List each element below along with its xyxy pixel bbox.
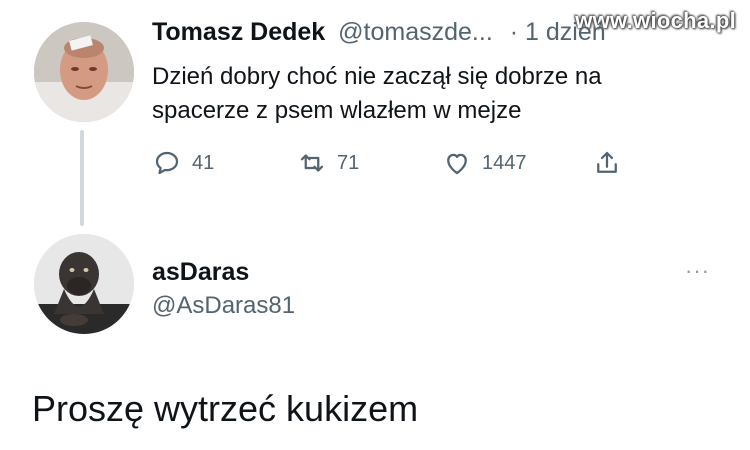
retweet-icon [300, 154, 324, 172]
avatar-tomasz-photo [34, 22, 134, 122]
reply-icon [155, 151, 179, 175]
tweet-text: Dzień dobry choć nie zaczął się dobrze n… [152, 63, 602, 124]
tweet-header: Tomasz Dedek @tomaszde... · 1 dzień [152, 18, 606, 47]
thread-connector [80, 130, 84, 226]
avatar-asdaras[interactable] [34, 234, 134, 334]
like-button[interactable]: 1447 [442, 148, 527, 178]
share-button[interactable] [592, 148, 622, 178]
reply-author-name[interactable]: asDaras [152, 258, 249, 287]
tweet-timestamp[interactable]: · 1 dzień [510, 18, 606, 46]
reply-text: Proszę wytrzeć kukizem [32, 388, 419, 429]
heart-icon [447, 153, 467, 175]
tweet-actions: 41 71 1447 [152, 148, 632, 184]
reply-count: 41 [192, 151, 215, 174]
tweet-author-handle[interactable]: @tomaszde... [338, 18, 493, 46]
tweet-author-name[interactable]: Tomasz Dedek [152, 18, 325, 46]
reply-author-handle[interactable]: @AsDaras81 [152, 292, 295, 320]
retweet-count: 71 [337, 151, 360, 174]
share-icon [597, 151, 617, 173]
avatar-tomasz[interactable] [34, 22, 134, 122]
reply-button[interactable]: 41 [152, 148, 214, 178]
more-options-button[interactable]: ··· [685, 258, 710, 284]
avatar-asdaras-photo [34, 234, 134, 334]
like-count: 1447 [482, 151, 527, 174]
retweet-button[interactable]: 71 [297, 148, 359, 178]
